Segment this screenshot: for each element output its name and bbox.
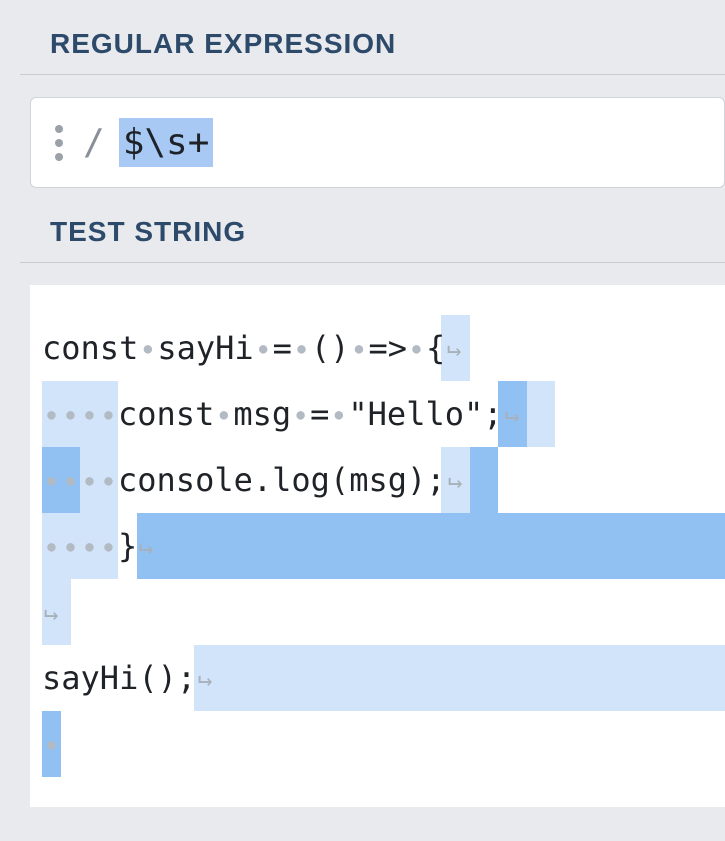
whitespace-dot-icon [42, 408, 61, 422]
regex-pattern[interactable]: $\s+ [119, 118, 214, 167]
whitespace-dot-icon [291, 408, 310, 422]
whitespace-dot-icon [80, 540, 99, 554]
test-string-line[interactable]: console.log(msg); [42, 447, 725, 513]
whitespace-dot-icon [61, 540, 80, 554]
whitespace-dot-icon [407, 342, 426, 356]
whitespace-dot-icon [61, 408, 80, 422]
teststring-section-header: TEST STRING [20, 188, 725, 263]
newline-icon [139, 534, 153, 558]
whitespace-dot-icon [292, 342, 311, 356]
test-string-input[interactable]: constsayHi=()=>{constmsg="Hello";console… [30, 285, 725, 807]
whitespace-dot-icon [138, 342, 157, 356]
test-string-line[interactable]: constmsg="Hello"; [42, 381, 725, 447]
test-string-line[interactable] [42, 579, 725, 645]
whitespace-dot-icon [99, 474, 118, 488]
test-string-line[interactable] [42, 711, 725, 777]
whitespace-dot-icon [349, 342, 368, 356]
whitespace-dot-icon [61, 474, 80, 488]
newline-icon [448, 468, 462, 492]
test-string-line[interactable]: constsayHi=()=>{ [42, 315, 725, 381]
whitespace-dot-icon [42, 474, 61, 488]
whitespace-dot-icon [214, 408, 233, 422]
newline-icon [447, 336, 461, 360]
whitespace-dot-icon [99, 408, 118, 422]
whitespace-dot-icon [254, 342, 273, 356]
whitespace-dot-icon [42, 540, 61, 554]
newline-icon [505, 402, 519, 426]
newline-icon [198, 666, 212, 690]
regex-delimiter: / [83, 122, 105, 163]
kebab-menu-icon[interactable] [49, 121, 69, 165]
test-string-line[interactable]: sayHi(); [42, 645, 725, 711]
whitespace-dot-icon [329, 408, 348, 422]
whitespace-dot-icon [42, 738, 61, 752]
whitespace-dot-icon [80, 474, 99, 488]
test-string-line[interactable]: } [42, 513, 725, 579]
regex-section-header: REGULAR EXPRESSION [20, 0, 725, 75]
whitespace-dot-icon [99, 540, 118, 554]
whitespace-dot-icon [80, 408, 99, 422]
newline-icon [44, 600, 58, 624]
regex-input-box[interactable]: / $\s+ [30, 97, 725, 188]
